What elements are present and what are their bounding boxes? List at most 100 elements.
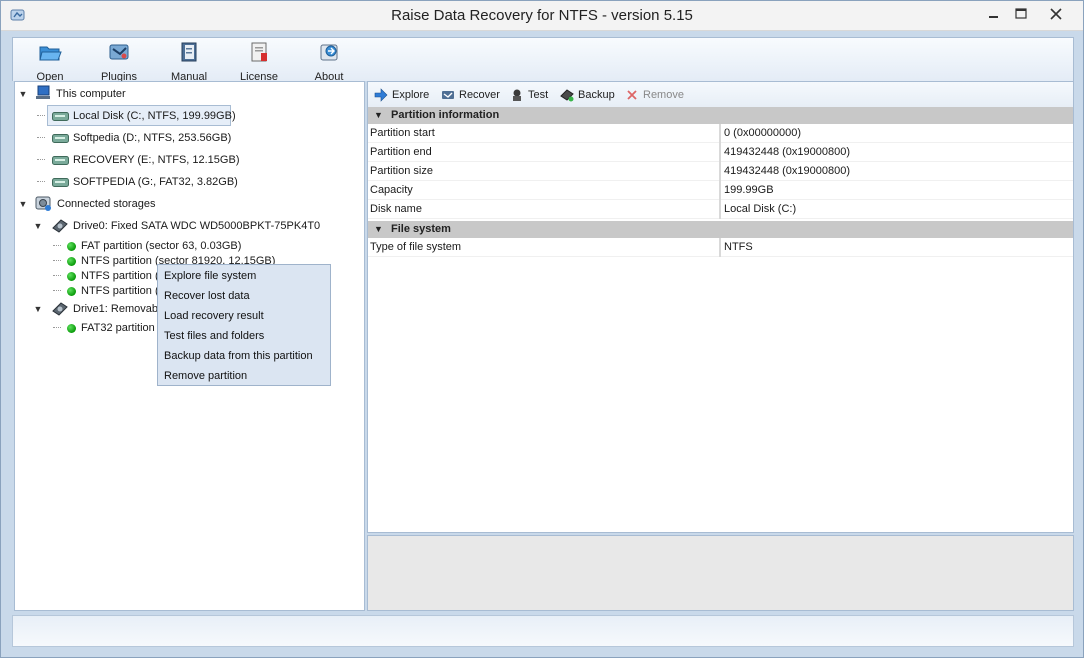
menu-item-remove[interactable]: Remove partition — [158, 366, 330, 386]
section-header-partition-info[interactable]: ▼ Partition information — [368, 107, 1073, 124]
disk-drive-icon — [52, 219, 68, 233]
remove-button[interactable]: Remove — [625, 87, 685, 103]
plugins-button[interactable]: Plugins — [89, 41, 149, 83]
hard-drive-icon — [52, 134, 69, 143]
window-title: Raise Data Recovery for NTFS - version 5… — [391, 7, 693, 24]
property-key: Partition end — [370, 146, 432, 158]
backup-button[interactable]: Backup — [560, 87, 620, 103]
tree-item-drive0[interactable]: ▼ Drive0: Fixed SATA WDC WD5000BPKT-75PK… — [15, 217, 355, 235]
close-icon[interactable] — [1041, 4, 1071, 24]
recover-label: Recover — [459, 89, 500, 101]
manual-button[interactable]: Manual — [159, 41, 219, 83]
property-key: Disk name — [370, 203, 422, 215]
tree-connector — [53, 245, 61, 246]
storages-icon — [35, 196, 51, 211]
tree-item-disk-d[interactable]: Softpedia (D:, NTFS, 253.56GB) — [15, 129, 355, 147]
tree-label: This computer — [56, 88, 126, 100]
recover-button[interactable]: Recover — [441, 87, 501, 103]
license-button[interactable]: License — [229, 41, 289, 83]
hard-drive-icon — [52, 156, 69, 165]
tree-item-connected-storages[interactable]: ▼ Connected storages — [15, 195, 355, 213]
column-divider — [719, 124, 721, 143]
column-divider — [719, 200, 721, 219]
expand-arrow-icon[interactable]: ▼ — [18, 85, 28, 103]
tree-item-disk-e[interactable]: RECOVERY (E:, NTFS, 12.15GB) — [15, 151, 355, 169]
tree-label: Drive0: Fixed SATA WDC WD5000BPKT-75PK4T… — [73, 220, 321, 232]
tree-item-disk-c[interactable]: Local Disk (C:, NTFS, 199.99GB) — [15, 107, 355, 125]
property-value: NTFS — [724, 241, 753, 253]
property-value: 419432448 (0x19000800) — [724, 165, 851, 177]
arrow-right-icon — [374, 88, 388, 102]
partition-ok-icon — [67, 257, 76, 266]
expand-arrow-icon[interactable]: ▼ — [33, 300, 43, 318]
tree-connector — [37, 137, 45, 138]
about-icon — [320, 44, 338, 61]
title-bar: Raise Data Recovery for NTFS - version 5… — [1, 1, 1083, 31]
collapse-arrow-icon[interactable]: ▼ — [374, 107, 383, 124]
maximize-icon[interactable] — [1006, 4, 1036, 24]
open-button[interactable]: Open — [20, 41, 80, 83]
explore-button[interactable]: Explore — [374, 87, 434, 103]
disk-drive-icon — [52, 302, 68, 316]
property-row[interactable]: Capacity 199.99GB — [368, 181, 1073, 200]
property-value: 199.99GB — [724, 184, 774, 196]
tree-connector — [53, 275, 61, 276]
manual-book-icon — [181, 42, 197, 62]
property-value: 0 (0x00000000) — [724, 127, 802, 139]
property-key: Partition size — [370, 165, 433, 177]
property-row[interactable]: Partition end 419432448 (0x19000800) — [368, 143, 1073, 162]
test-icon — [513, 89, 521, 101]
menu-item-test[interactable]: Test files and folders — [158, 326, 330, 346]
menu-item-recover[interactable]: Recover lost data — [158, 286, 330, 306]
section-header-file-system[interactable]: ▼ File system — [368, 221, 1073, 238]
tree-label: Drive1: Removabl — [73, 303, 161, 315]
hard-drive-icon — [52, 178, 69, 187]
test-label: Test — [528, 89, 549, 101]
tree-label: NTFS partition (s — [81, 285, 165, 297]
explore-label: Explore — [392, 89, 430, 101]
minimize-icon[interactable] — [978, 4, 1008, 24]
partition-details-panel: Explore Recover Test Backup Remove ▼ Par… — [367, 81, 1074, 533]
menu-item-load-result[interactable]: Load recovery result — [158, 306, 330, 326]
expand-arrow-icon[interactable]: ▼ — [33, 217, 43, 235]
tree-item-this-computer[interactable]: ▼ This computer — [15, 85, 355, 103]
property-row[interactable]: Disk name Local Disk (C:) — [368, 200, 1073, 219]
collapse-arrow-icon[interactable]: ▼ — [374, 221, 383, 238]
partition-ok-icon — [67, 324, 76, 333]
property-key: Capacity — [370, 184, 413, 196]
property-row[interactable]: Type of file system NTFS — [368, 238, 1073, 257]
main-toolbar: Open Plugins Manual License About — [12, 37, 1074, 83]
tree-label: Local Disk (C:, NTFS, 199.99GB) — [73, 110, 236, 122]
column-divider — [719, 162, 721, 181]
plugins-icon — [109, 44, 129, 60]
computer-icon — [36, 85, 50, 99]
backup-label: Backup — [578, 89, 615, 101]
tree-connector — [37, 115, 45, 116]
expand-arrow-icon[interactable]: ▼ — [18, 195, 28, 213]
action-toolbar: Explore Recover Test Backup Remove — [368, 82, 1073, 107]
tree-connector — [37, 181, 45, 182]
backup-icon — [560, 89, 574, 102]
tree-label: Connected storages — [57, 198, 156, 210]
section-title: Partition information — [391, 109, 500, 121]
menu-item-backup[interactable]: Backup data from this partition — [158, 346, 330, 366]
property-key: Partition start — [370, 127, 435, 139]
property-value: 419432448 (0x19000800) — [724, 146, 851, 158]
partition-ok-icon — [67, 287, 76, 296]
property-row[interactable]: Partition size 419432448 (0x19000800) — [368, 162, 1073, 181]
tree-item-disk-g[interactable]: SOFTPEDIA (G:, FAT32, 3.82GB) — [15, 173, 355, 191]
property-row[interactable]: Partition start 0 (0x00000000) — [368, 124, 1073, 143]
property-value: Local Disk (C:) — [724, 203, 797, 215]
section-title: File system — [391, 223, 451, 235]
partition-ok-icon — [67, 272, 76, 281]
menu-item-explore[interactable]: Explore file system — [158, 266, 330, 286]
test-button[interactable]: Test — [510, 87, 555, 103]
remove-label: Remove — [643, 89, 684, 101]
tree-label: Softpedia (D:, NTFS, 253.56GB) — [73, 132, 232, 144]
partition-context-menu: Explore file system Recover lost data Lo… — [157, 264, 331, 386]
tree-label: SOFTPEDIA (G:, FAT32, 3.82GB) — [73, 176, 238, 188]
about-button[interactable]: About — [299, 41, 359, 83]
tree-connector — [53, 327, 61, 328]
tree-connector — [53, 290, 61, 291]
recover-icon — [442, 91, 454, 99]
